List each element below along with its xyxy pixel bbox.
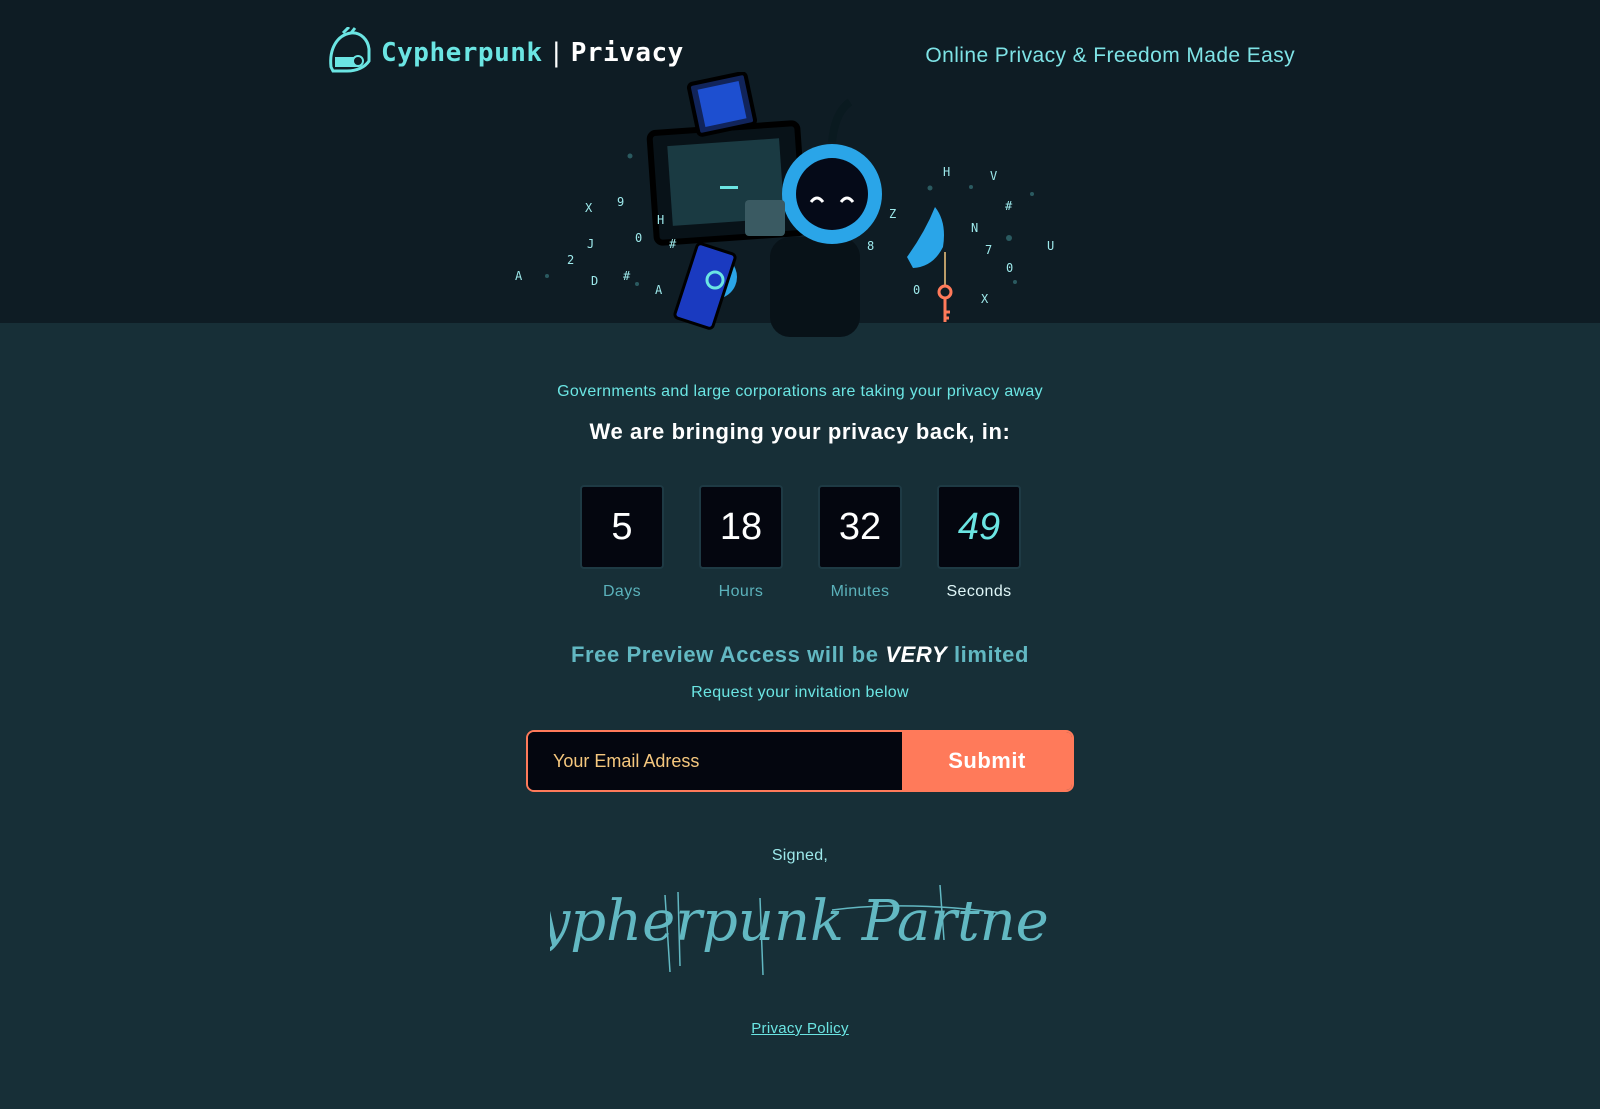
glyph: 2 [567,253,574,267]
glyph: A [655,283,663,297]
brand-name: Cypherpunk | Privacy [381,38,684,68]
glyph: 0 [913,283,920,297]
hero-robot-illustration: X 9 J 2 A D # 0 H # A H V # Z N 7 U 0 8 … [515,72,1054,337]
glyph: # [623,269,631,283]
glyph: 0 [1006,261,1013,275]
glyph: Z [889,207,896,221]
header-tagline: Online Privacy & Freedom Made Easy [925,44,1295,67]
glyph: U [1047,239,1054,253]
glyph: J [587,237,594,251]
promo-text-end: limited [947,642,1030,667]
countdown-timer: 5 Days 18 Hours 32 Minutes 49 Seconds [580,485,1021,601]
signature-text: Cypherpunk Partners [550,889,1050,954]
glyph: 0 [635,231,642,245]
cypherpunk-helmet-icon [329,27,371,73]
intro-text: Governments and large corporations are t… [557,383,1043,400]
brand-separator: | [548,38,565,68]
privacy-footer: Privacy Policy [0,1020,1600,1038]
glyph: 7 [985,243,992,257]
hero-banner: Cypherpunk | Privacy Online Privacy & Free… [0,0,1600,337]
signed-text: Signed, [771,847,829,864]
signature-image: Cypherpunk Partners [550,884,1050,976]
countdown-hours-label: Hours [718,583,764,600]
promo-text: Free Preview Access will be VERY limited [0,642,1600,668]
countdown-minutes-label: Minutes [830,583,890,600]
promo-text-start: Free Preview Access will be [570,642,886,667]
glyph: 9 [617,195,624,209]
glyph: D [591,274,598,288]
invite-form: Submit [526,730,1074,792]
countdown-headline: We are bringing your privacy back, in: [589,419,1011,444]
privacy-policy-link[interactable]: Privacy Policy [751,1020,849,1037]
email-input[interactable] [528,732,902,790]
countdown-days: 5 Days [580,485,664,601]
countdown-days-value: 5 [580,485,664,569]
request-text: Request your invitation below [691,684,909,701]
glyph: X [585,201,593,215]
promo-emphasis: VERY [885,642,948,667]
countdown-seconds-value: 49 [937,485,1021,569]
glyph: X [981,292,989,306]
countdown-seconds: 49 Seconds [937,485,1021,601]
brand-primary: Cypherpunk [381,38,543,68]
glyph: N [971,221,978,235]
glyph: H [657,213,664,227]
glyph: # [1005,199,1013,213]
brand-secondary: Privacy [570,38,684,68]
glyph: 8 [867,239,874,253]
countdown-hours: 18 Hours [699,485,783,601]
glyph: H [943,165,950,179]
countdown-minutes: 32 Minutes [818,485,902,601]
countdown-hours-value: 18 [699,485,783,569]
submit-button[interactable]: Submit [902,732,1072,790]
countdown-minutes-value: 32 [818,485,902,569]
glyph: V [990,169,997,183]
glyph: # [669,237,677,251]
glyph: A [515,269,523,283]
countdown-seconds-label: Seconds [946,583,1012,600]
countdown-days-label: Days [602,583,642,600]
